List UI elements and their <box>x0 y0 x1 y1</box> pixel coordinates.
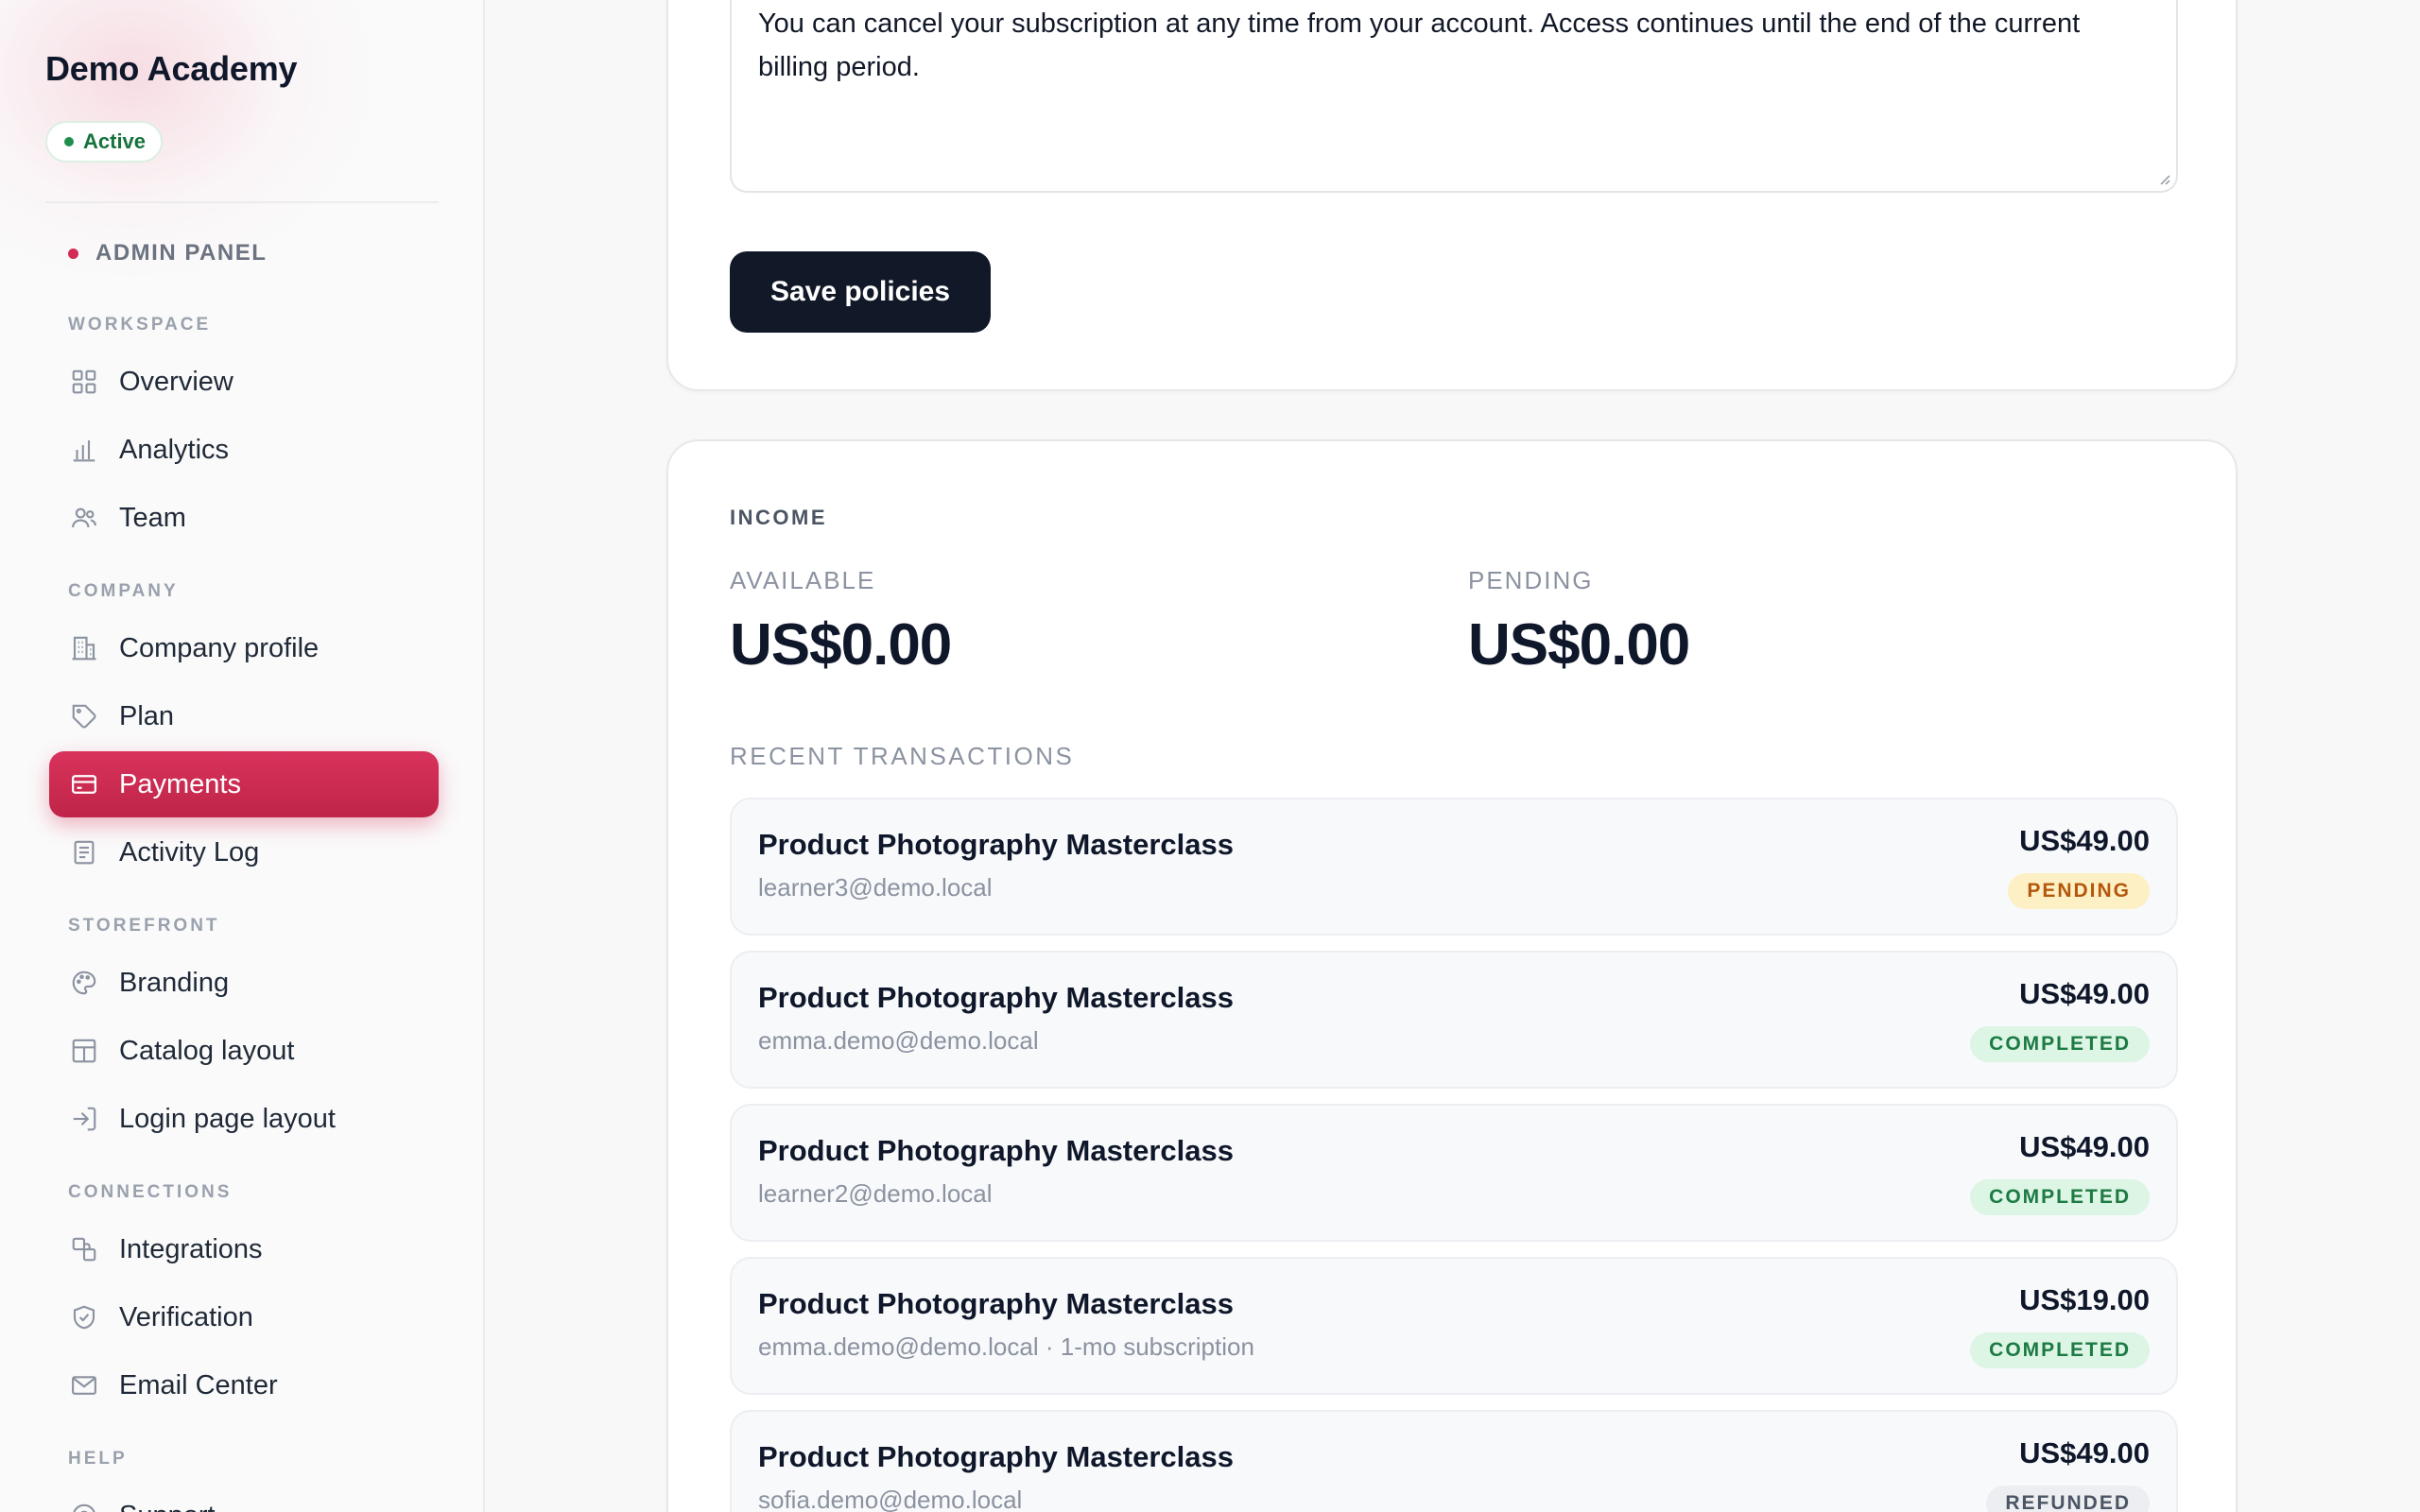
available-label: AVAILABLE <box>730 566 876 594</box>
sidebar-item-label: Team <box>119 502 186 533</box>
status-badge-completed: COMPLETED <box>1970 1332 2150 1368</box>
sidebar-item-company-profile[interactable]: Company profile <box>49 615 439 681</box>
sidebar-item-verification[interactable]: Verification <box>49 1284 439 1350</box>
sidebar-item-label: Activity Log <box>119 836 260 868</box>
available-value: US$0.00 <box>730 612 952 678</box>
status-badge-pending: PENDING <box>2008 873 2150 909</box>
status-label: Active <box>83 129 147 153</box>
tag-icon <box>68 700 100 732</box>
recent-transactions-label: RECENT TRANSACTIONS <box>730 742 1075 770</box>
section-connections: CONNECTIONS <box>68 1182 233 1202</box>
sidebar-item-label: Login page layout <box>119 1103 336 1134</box>
transaction-subtitle: emma.demo@demo.local · 1-mo subscription <box>758 1332 1254 1361</box>
sidebar: Demo Academy Active ADMIN PANEL WORKSPAC… <box>0 0 485 1512</box>
sidebar-divider <box>45 201 439 203</box>
transaction-subtitle: emma.demo@demo.local <box>758 1026 1039 1055</box>
sidebar-item-overview[interactable]: Overview <box>49 349 439 415</box>
sidebar-item-label: Plan <box>119 700 175 731</box>
palette-icon <box>68 967 100 999</box>
transaction-subtitle: learner3@demo.local <box>758 873 993 902</box>
transaction-title: Product Photography Masterclass <box>758 1440 1235 1473</box>
bar-chart-icon <box>68 434 100 466</box>
transaction-subtitle: learner2@demo.local <box>758 1179 993 1208</box>
sidebar-item-plan[interactable]: Plan <box>49 683 439 749</box>
users-icon <box>68 502 100 534</box>
sidebar-item-label: Email Center <box>119 1369 278 1400</box>
sidebar-item-payments[interactable]: Payments <box>49 751 439 817</box>
link-icon <box>68 1233 100 1265</box>
transaction-amount: US$49.00 <box>2019 1436 2150 1469</box>
sidebar-item-catalog-layout[interactable]: Catalog layout <box>49 1018 439 1084</box>
transaction-title: Product Photography Masterclass <box>758 1134 1235 1167</box>
section-storefront: STOREFRONT <box>68 916 220 936</box>
sidebar-item-label: Payments <box>119 768 241 799</box>
section-company: COMPANY <box>68 581 179 601</box>
sidebar-item-analytics[interactable]: Analytics <box>49 417 439 483</box>
sidebar-item-label: Catalog layout <box>119 1035 295 1066</box>
sidebar-item-branding[interactable]: Branding <box>49 950 439 1016</box>
status-badge: Active <box>45 121 164 163</box>
pending-value: US$0.00 <box>1468 612 1690 678</box>
mail-icon <box>68 1369 100 1401</box>
transaction-row[interactable]: Product Photography Masterclass learner2… <box>730 1104 2178 1242</box>
grid-icon <box>68 366 100 398</box>
transaction-title: Product Photography Masterclass <box>758 981 1235 1014</box>
transaction-row[interactable]: Product Photography Masterclass learner3… <box>730 798 2178 936</box>
login-icon <box>68 1103 100 1135</box>
layout-icon <box>68 1035 100 1067</box>
section-workspace: WORKSPACE <box>68 315 212 335</box>
status-badge-completed: COMPLETED <box>1970 1179 2150 1215</box>
transaction-row[interactable]: Product Photography Masterclass emma.dem… <box>730 951 2178 1089</box>
admin-panel-label: ADMIN PANEL <box>68 240 267 266</box>
document-icon <box>68 836 100 868</box>
section-help: HELP <box>68 1449 128 1469</box>
policies-card: You can cancel your subscription at any … <box>666 0 2238 391</box>
sidebar-item-login-page-layout[interactable]: Login page layout <box>49 1086 439 1152</box>
admin-dot-icon <box>68 248 78 259</box>
transaction-amount: US$49.00 <box>2019 1130 2150 1163</box>
transaction-title: Product Photography Masterclass <box>758 1287 1235 1320</box>
resize-grip-icon[interactable] <box>2157 172 2170 185</box>
building-icon <box>68 632 100 664</box>
status-badge-refunded: REFUNDED <box>1986 1486 2150 1512</box>
sidebar-item-integrations[interactable]: Integrations <box>49 1216 439 1282</box>
transaction-amount: US$19.00 <box>2019 1283 2150 1316</box>
pending-label: PENDING <box>1468 566 1594 594</box>
transaction-amount: US$49.00 <box>2019 824 2150 857</box>
sidebar-item-activity-log[interactable]: Activity Log <box>49 819 439 885</box>
status-badge-completed: COMPLETED <box>1970 1026 2150 1062</box>
admin-panel-text: ADMIN PANEL <box>95 240 268 266</box>
credit-card-icon <box>68 768 100 800</box>
save-policies-button[interactable]: Save policies <box>730 251 991 333</box>
transaction-amount: US$49.00 <box>2019 977 2150 1010</box>
sidebar-item-label: Verification <box>119 1301 253 1332</box>
transaction-row[interactable]: Product Photography Masterclass sofia.de… <box>730 1410 2178 1512</box>
shield-check-icon <box>68 1301 100 1333</box>
sidebar-item-label: Company profile <box>119 632 320 663</box>
sidebar-item-label: Overview <box>119 366 233 397</box>
sidebar-item-label: Branding <box>119 967 230 998</box>
sidebar-item-team[interactable]: Team <box>49 485 439 551</box>
sidebar-item-support[interactable]: Support <box>49 1483 439 1512</box>
sidebar-item-email-center[interactable]: Email Center <box>49 1352 439 1418</box>
help-icon <box>68 1500 100 1512</box>
sidebar-item-label: Analytics <box>119 434 230 465</box>
sidebar-item-label: Support <box>119 1501 216 1512</box>
status-dot-icon <box>64 137 74 146</box>
cancellation-policy-text: You can cancel your subscription at any … <box>758 9 2081 82</box>
brand-name: Demo Academy <box>45 49 298 88</box>
transaction-row[interactable]: Product Photography Masterclass emma.dem… <box>730 1257 2178 1395</box>
income-title: INCOME <box>730 506 827 529</box>
transaction-subtitle: sofia.demo@demo.local <box>758 1486 1023 1512</box>
transaction-title: Product Photography Masterclass <box>758 828 1235 861</box>
income-card: INCOME AVAILABLE US$0.00 PENDING US$0.00… <box>666 439 2238 1512</box>
cancellation-policy-textarea[interactable]: You can cancel your subscription at any … <box>730 0 2178 193</box>
sidebar-item-label: Integrations <box>119 1233 263 1264</box>
